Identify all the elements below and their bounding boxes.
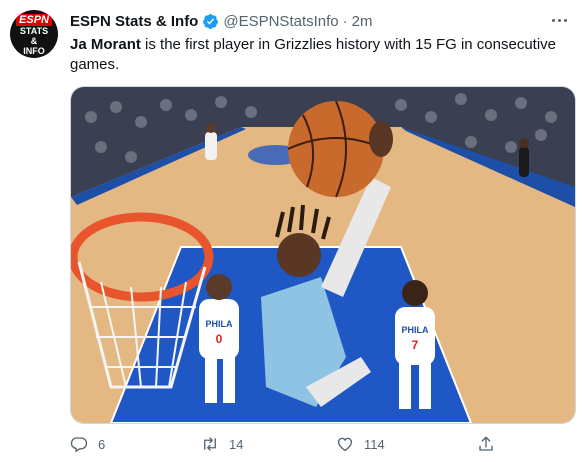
share-icon: [479, 436, 493, 451]
tweet-card[interactable]: ESPN STATS & INFO ESPN Stats & Info @ESP…: [0, 0, 584, 463]
separator-dot: ·: [342, 12, 348, 30]
reply-button[interactable]: 6: [70, 433, 105, 455]
tweet-mention: Ja Morant: [70, 36, 141, 53]
retweet-icon: [204, 437, 216, 451]
display-name[interactable]: ESPN Stats & Info: [70, 13, 198, 30]
heart-icon: [337, 437, 353, 452]
basketball-dunk-photo: PHILA 0 PHILA 7: [71, 87, 575, 423]
reply-count: 6: [98, 436, 106, 452]
timestamp[interactable]: 2m: [352, 13, 373, 30]
avatar-logo-line3: INFO: [23, 46, 45, 56]
action-bar: 6 14 114: [70, 433, 510, 455]
handle[interactable]: @ESPNStatsInfo: [223, 13, 338, 30]
avatar[interactable]: ESPN STATS & INFO: [10, 10, 58, 58]
share-button[interactable]: [477, 433, 495, 455]
like-button[interactable]: 114: [336, 433, 385, 455]
jersey-number-7: 7: [412, 338, 419, 352]
reply-icon: [70, 437, 88, 453]
tweet-text: Ja Morant is the first player in Grizzli…: [70, 35, 570, 75]
jersey-text-2: PHILA: [402, 325, 430, 335]
tweet-header: ESPN Stats & Info @ESPNStatsInfo · 2m: [70, 11, 372, 31]
tweet-body: is the first player in Grizzlies history…: [70, 36, 557, 73]
jersey-number-0: 0: [216, 332, 223, 346]
like-count: 114: [364, 436, 385, 452]
jersey-text-1: PHILA: [206, 319, 234, 329]
retweet-button[interactable]: 14: [201, 433, 243, 455]
verified-badge-icon: [203, 13, 219, 29]
avatar-logo-line1: STATS: [19, 26, 49, 36]
more-options-icon[interactable]: [552, 12, 572, 28]
tweet-photo[interactable]: PHILA 0 PHILA 7: [70, 86, 576, 424]
retweet-count: 14: [229, 436, 244, 452]
avatar-logo-line2: &: [30, 36, 38, 46]
avatar-logo-text: ESPN: [16, 14, 52, 26]
